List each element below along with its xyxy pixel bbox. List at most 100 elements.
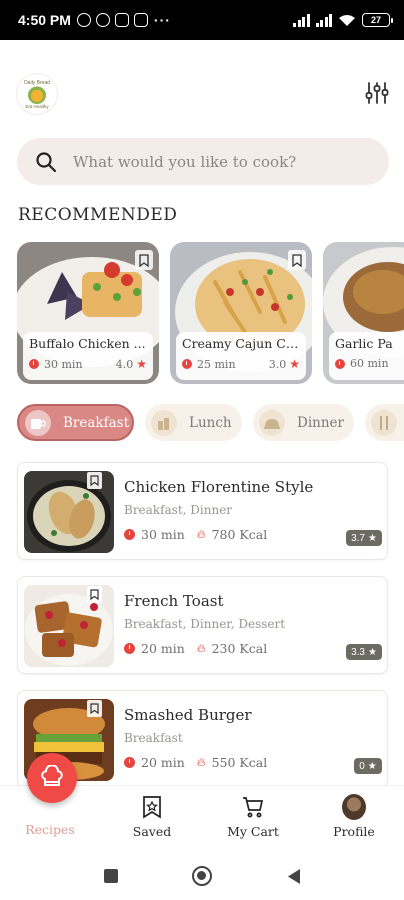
logo-top-text: Daily Bread — [24, 79, 50, 86]
recipe-tags: Breakfast, Dinner, Dessert — [124, 617, 286, 631]
bookmark-icon — [140, 794, 164, 820]
clock-icon — [124, 757, 135, 768]
flame-icon: 🔥︎ — [196, 755, 206, 769]
star-icon: ★ — [136, 357, 147, 371]
chip-label: Dinner — [297, 414, 344, 431]
nav-label: Saved — [132, 824, 172, 839]
cart-icon — [241, 794, 265, 820]
home-button[interactable] — [192, 866, 212, 886]
recommended-heading: RECOMMENDED — [18, 205, 178, 225]
recommended-card[interactable]: Creamy Cajun Ch... 25 min 3.0 ★ — [170, 242, 312, 384]
search-icon — [36, 151, 57, 172]
flame-icon: 🔥︎ — [196, 527, 206, 541]
status-bar: 4:50 PM ··· 27 — [0, 0, 404, 40]
battery-icon: 27 — [362, 13, 393, 27]
bookmark-icon[interactable] — [87, 586, 102, 603]
chip-dinner[interactable]: Dinner — [253, 404, 354, 441]
recommended-info: Buffalo Chicken ... 30 min 4.0 ★ — [23, 332, 153, 380]
bookmark-icon[interactable] — [87, 700, 102, 717]
more-notifications-icon: ··· — [153, 12, 171, 28]
cutlery-icon — [371, 409, 397, 436]
search-bar[interactable] — [17, 138, 389, 185]
app-logo: Daily Bread Eat Healthy — [16, 73, 58, 115]
signal-icon — [315, 13, 332, 27]
filter-settings-icon[interactable] — [364, 80, 390, 106]
whatsapp-icon — [95, 13, 110, 27]
bookmark-icon[interactable] — [135, 250, 153, 270]
nav-saved[interactable]: Saved — [107, 794, 197, 839]
bookmark-icon[interactable] — [87, 472, 102, 489]
calories: 780 Kcal — [211, 527, 268, 542]
rating-badge: 3.7 ★ — [346, 530, 382, 546]
rating-value: 4.0 — [115, 357, 134, 371]
recipe-title: French Toast — [124, 592, 224, 610]
system-navigation-bar — [0, 849, 404, 900]
clock-icon — [29, 359, 39, 369]
nav-label: Profile — [333, 824, 375, 839]
cook-time: 20 min — [141, 755, 185, 770]
chip-breakfast[interactable]: Breakfast — [17, 404, 134, 441]
flame-icon: 🔥︎ — [196, 641, 206, 655]
avatar — [342, 794, 366, 820]
rating-value: 3.7 — [351, 532, 365, 544]
recipes-fab-button[interactable] — [27, 753, 77, 803]
home-dot-icon — [197, 871, 206, 880]
recipe-name: Buffalo Chicken ... — [29, 336, 146, 351]
nav-profile[interactable]: Profile — [309, 794, 399, 839]
bookmark-icon[interactable] — [288, 250, 306, 270]
cook-time: 20 min — [141, 641, 185, 656]
breakfast-icon — [25, 409, 51, 436]
cook-time: 60 min — [350, 357, 389, 370]
recommended-info: Creamy Cajun Ch... 25 min 3.0 ★ — [176, 332, 306, 380]
lunch-icon — [151, 409, 177, 436]
recipe-name: Creamy Cajun Ch... — [182, 336, 300, 351]
calories: 230 Kcal — [211, 641, 268, 656]
star-icon: ★ — [367, 646, 377, 658]
logo-emblem-icon — [28, 85, 46, 104]
calories: 550 Kcal — [211, 755, 268, 770]
clock-icon — [335, 358, 345, 369]
star-icon: ★ — [367, 760, 377, 772]
rating-value: 3.0 — [268, 357, 287, 371]
chip-more[interactable] — [365, 404, 404, 441]
clock-icon — [124, 643, 135, 654]
logo-bottom-text: Eat Healthy — [25, 103, 49, 109]
recent-apps-button[interactable] — [104, 869, 118, 883]
chip-lunch[interactable]: Lunch — [145, 404, 242, 441]
nav-recipes[interactable]: Recipes — [5, 822, 95, 837]
status-time: 4:50 PM — [18, 12, 71, 28]
app-notification-icon — [133, 13, 148, 27]
signal-icon — [293, 13, 310, 27]
battery-level: 27 — [370, 15, 381, 25]
clock-icon — [124, 529, 135, 540]
chip-label: Lunch — [189, 414, 232, 431]
rating-value: 0 — [359, 760, 365, 772]
star-icon: ★ — [289, 357, 300, 371]
notification-icons — [76, 13, 148, 27]
back-button[interactable] — [286, 868, 302, 885]
recipe-list-item[interactable]: Chicken Florentine Style Breakfast, Dinn… — [17, 462, 388, 560]
recipe-list-item[interactable]: French Toast Breakfast, Dinner, Dessert … — [17, 576, 388, 674]
nav-label: My Cart — [227, 824, 279, 839]
clock-icon — [182, 359, 192, 369]
recommended-card[interactable]: Garlic Pa 60 min — [323, 242, 404, 384]
recipe-title: Chicken Florentine Style — [124, 478, 314, 496]
recipe-tags: Breakfast, Dinner — [124, 503, 233, 517]
recommended-carousel[interactable]: Buffalo Chicken ... 30 min 4.0 ★ Creamy C… — [17, 242, 404, 384]
recommended-info: Garlic Pa 60 min — [329, 332, 404, 380]
search-input[interactable] — [73, 152, 363, 171]
recipe-title: Smashed Burger — [124, 706, 252, 724]
recipe-name: Garlic Pa — [335, 336, 393, 351]
wifi-icon — [339, 14, 355, 26]
rating-value: 3.3 — [351, 646, 365, 658]
cook-time: 30 min — [44, 357, 83, 371]
nav-my-cart[interactable]: My Cart — [208, 794, 298, 839]
rating-badge: 3.3 ★ — [346, 644, 382, 660]
chip-label: Breakfast — [63, 414, 129, 431]
recipe-tags: Breakfast — [124, 731, 183, 745]
category-chips: Breakfast Lunch Dinner — [17, 404, 404, 442]
recommended-card[interactable]: Buffalo Chicken ... 30 min 4.0 ★ — [17, 242, 159, 384]
star-icon: ★ — [367, 532, 377, 544]
rating-badge: 0 ★ — [354, 758, 382, 774]
cook-time: 30 min — [141, 527, 185, 542]
